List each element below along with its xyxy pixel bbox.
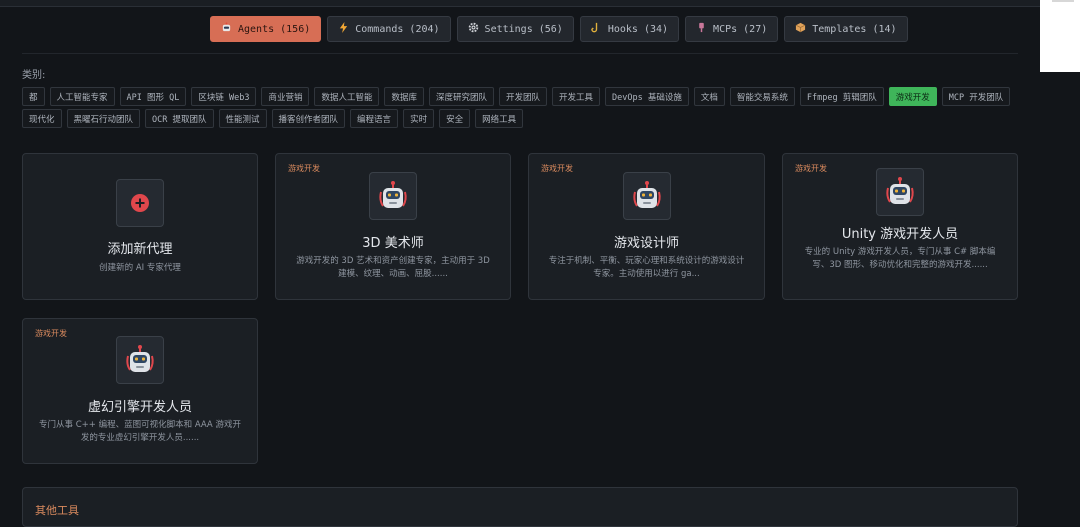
overlay-panel	[1040, 0, 1080, 72]
section-heading: 其他工具	[35, 504, 79, 517]
category-chip[interactable]: 开发工具	[552, 87, 601, 106]
tab-label: Commands (204)	[355, 23, 440, 35]
tab-label: Settings (56)	[484, 23, 563, 35]
tab-bar: Agents (156) Commands (204) Settings (56…	[210, 16, 908, 42]
category-chip[interactable]: 智能交易系统	[729, 87, 795, 106]
package-icon	[795, 22, 806, 36]
category-chip[interactable]: 游戏开发	[888, 87, 937, 106]
tab-label: Agents (156)	[238, 23, 311, 35]
tab-mcps[interactable]: MCPs (27)	[685, 16, 779, 42]
category-chip[interactable]: 性能测试	[218, 109, 267, 128]
category-chip[interactable]: 数据人工智能	[314, 87, 380, 106]
agent-desc: 专业的 Unity 游戏开发人员，专门从事 C# 脚本编写、3D 图形、移动优化…	[804, 247, 996, 270]
category-chip[interactable]: 商业营销	[261, 87, 310, 106]
category-chip[interactable]: 都	[22, 87, 45, 106]
agent-title: Unity 游戏开发人员	[841, 227, 959, 242]
robot-avatar-icon	[876, 168, 924, 216]
category-chip[interactable]: 安全	[439, 109, 471, 128]
category-chip[interactable]: 区块链 Web3	[191, 87, 257, 106]
bottom-section-panel: 其他工具	[22, 487, 1018, 527]
category-filter-list: 都人工智能专家 API 图形 QL 区块链 Web3 商业营销 数据人工智能 数据库 深度研…	[22, 87, 1022, 128]
plus-circle-icon	[131, 194, 149, 212]
add-agent-desc: 创建新的 AI 专家代理	[99, 263, 181, 273]
category-chip[interactable]: 现代化	[22, 109, 62, 128]
category-chip[interactable]: OCR 提取团队	[145, 109, 214, 128]
category-label: 类别:	[22, 70, 46, 81]
category-chip[interactable]: Ffmpeg 剪辑团队	[799, 87, 884, 106]
category-chip[interactable]: API 图形 QL	[119, 87, 187, 106]
add-agent-title: 添加新代理	[107, 242, 173, 257]
overlay-mark	[1052, 0, 1074, 2]
category-chip[interactable]: 人工智能专家	[49, 87, 115, 106]
agent-card-unity-developer[interactable]: 游戏开发 Unity 游戏开发人员 专业的 Unity 游戏开发人员，专门从事 …	[782, 153, 1018, 300]
agent-title: 虚幻引擎开发人员	[87, 400, 192, 415]
category-chip[interactable]: 数据库	[384, 87, 424, 106]
tab-agents[interactable]: Agents (156)	[210, 16, 322, 42]
tab-label: Hooks (34)	[607, 23, 669, 35]
agent-card-game-designer[interactable]: 游戏开发 游戏设计师 专注于机制、平衡、玩家心理和系统设计的游戏设计专家。主动使…	[528, 153, 765, 300]
category-chip[interactable]: 深度研究团队	[429, 87, 495, 106]
tab-settings[interactable]: Settings (56)	[456, 16, 574, 42]
top-bar	[0, 0, 1040, 7]
category-chip[interactable]: MCP 开发团队	[941, 87, 1011, 106]
add-agent-card[interactable]: 添加新代理 创建新的 AI 专家代理	[22, 153, 258, 300]
tab-label: MCPs (27)	[713, 23, 768, 35]
robot-avatar-icon	[116, 336, 164, 384]
agent-desc: 专门从事 C++ 编程、蓝图可视化脚本和 AAA 游戏开发的专业虚幻引擎开发人员…	[39, 420, 241, 443]
plug-icon	[696, 22, 707, 36]
lightning-icon	[338, 22, 349, 36]
category-chip[interactable]: 网络工具	[475, 109, 524, 128]
divider	[22, 53, 1018, 54]
agent-card-unreal-developer[interactable]: 游戏开发 虚幻引擎开发人员 专门从事 C++ 编程、蓝图可视化脚本和 AAA 游…	[22, 318, 258, 464]
gear-icon	[468, 22, 479, 36]
agent-card-3d-artist[interactable]: 游戏开发 3D 美术师 游戏开发的 3D 艺术和资产创建专家，主动用于 3D 建…	[275, 153, 511, 300]
category-tag: 游戏开发	[288, 164, 320, 173]
tab-templates[interactable]: Templates (14)	[784, 16, 908, 42]
category-chip[interactable]: 编程语言	[350, 109, 399, 128]
robot-avatar-icon	[369, 172, 417, 220]
tab-commands[interactable]: Commands (204)	[327, 16, 451, 42]
robot-avatar-icon	[622, 172, 671, 220]
agent-title: 游戏设计师	[613, 236, 679, 251]
tab-label: Templates (14)	[812, 23, 897, 35]
agent-title: 3D 美术师	[362, 236, 424, 251]
agent-desc: 游戏开发的 3D 艺术和资产创建专家，主动用于 3D 建模、纹理、动画、屈股..…	[296, 256, 490, 279]
category-tag: 游戏开发	[541, 164, 573, 173]
category-chip[interactable]: 文档	[693, 87, 725, 106]
category-chip[interactable]: DevOps 基础设施	[605, 87, 689, 106]
category-chip[interactable]: 实时	[403, 109, 435, 128]
robot-icon	[221, 22, 232, 36]
agent-desc: 专注于机制、平衡、玩家心理和系统设计的游戏设计专家。主动使用以进行 ga...	[548, 256, 745, 279]
category-chip[interactable]: 播客创作者团队	[271, 109, 346, 128]
tab-hooks[interactable]: Hooks (34)	[579, 16, 680, 42]
hook-icon	[591, 22, 602, 36]
category-chip[interactable]: 开发团队	[499, 87, 548, 106]
category-tag: 游戏开发	[795, 164, 827, 173]
category-tag: 游戏开发	[35, 329, 67, 338]
category-chip[interactable]: 黑曜石行动团队	[66, 109, 141, 128]
add-icon-frame	[116, 179, 164, 227]
